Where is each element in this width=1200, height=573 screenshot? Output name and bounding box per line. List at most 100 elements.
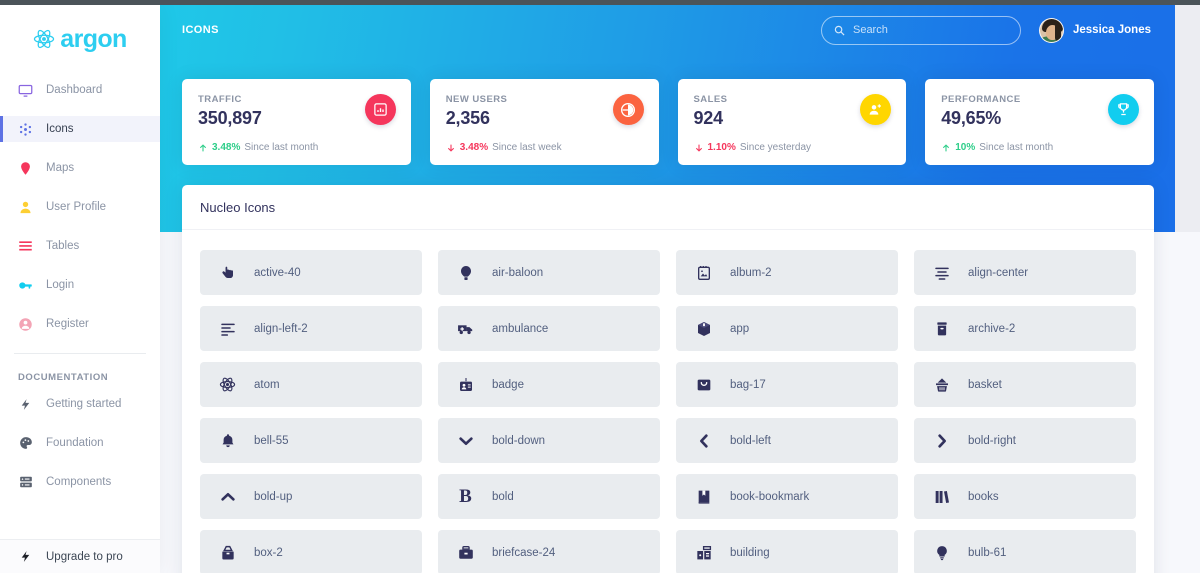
icon-chip-bold-left[interactable]: bold-left [676,418,898,463]
app-box-icon [695,320,712,337]
align-left-icon [219,320,236,337]
icon-chip-active-40[interactable]: active-40 [200,250,422,295]
stat-footer: 1.10% Since yesterday [694,142,812,153]
icon-chip-atom[interactable]: atom [200,362,422,407]
icon-chip-bold-down[interactable]: bold-down [438,418,660,463]
sidebar-item-getting-started[interactable]: Getting started [0,391,160,417]
upgrade-to-pro-button[interactable]: Upgrade to pro [0,539,160,573]
atom-icon [18,122,33,137]
nucleo-icons-panel: Nucleo Icons active-40 air-baloon album-… [182,185,1154,573]
icon-name: ambulance [492,322,549,335]
icon-name: box-2 [254,546,283,559]
user-name: Jessica Jones [1072,24,1151,36]
open-box-icon [219,544,236,561]
stat-footer: 10% Since last month [941,142,1053,153]
chevron-down-bold-icon [457,432,474,449]
chevron-right-bold-icon [933,432,950,449]
icon-chip-books[interactable]: books [914,474,1136,519]
sidebar-item-foundation[interactable]: Foundation [0,430,160,456]
sidebar-item-register[interactable]: Register [0,311,160,337]
sidebar-item-tables[interactable]: Tables [0,233,160,259]
archive-box-icon [933,320,950,337]
icon-chip-ambulance[interactable]: ambulance [438,306,660,351]
server-components-icon [18,475,33,490]
icon-name: align-center [968,266,1029,279]
icon-chip-badge[interactable]: badge [438,362,660,407]
lightning-bolt-icon [18,549,33,564]
stat-card-performance: PERFORMANCE 49,65% 10% Since last month [925,79,1154,165]
search-box[interactable] [820,15,1021,45]
icon-chip-align-left-2[interactable]: align-left-2 [200,306,422,351]
icon-chip-archive-2[interactable]: archive-2 [914,306,1136,351]
user-icon [18,200,33,215]
icon-name: briefcase-24 [492,546,556,559]
brand-logo[interactable]: argon [0,5,160,67]
arrow-down-icon [694,143,704,153]
sidebar-item-dashboard[interactable]: Dashboard [0,77,160,103]
icons-grid: active-40 air-baloon album-2 align-cente… [182,230,1154,573]
atom-icon [219,376,236,393]
icon-chip-briefcase-24[interactable]: briefcase-24 [438,530,660,573]
align-center-icon [933,264,950,281]
icon-name: bulb-61 [968,546,1007,559]
basket-icon [933,376,950,393]
user-circle-icon [18,317,33,332]
sidebar-item-label: Maps [46,162,75,174]
sidebar-item-user-profile[interactable]: User Profile [0,194,160,220]
search-input[interactable] [852,24,1003,36]
icon-chip-album-2[interactable]: album-2 [676,250,898,295]
icon-chip-book-bookmark[interactable]: book-bookmark [676,474,898,519]
icon-chip-box-2[interactable]: box-2 [200,530,422,573]
icon-chip-bold-right[interactable]: bold-right [914,418,1136,463]
sidebar-item-login[interactable]: Login [0,272,160,298]
navbar-right-group: Jessica Jones [820,15,1151,45]
stat-period: Since last week [492,142,562,153]
sidebar: argon Dashboard Icons Maps User Profile … [0,5,160,573]
icon-name: book-bookmark [730,490,810,503]
icon-chip-bold[interactable]: B bold [438,474,660,519]
sidebar-item-icons[interactable]: Icons [0,116,160,142]
icon-chip-bold-up[interactable]: bold-up [200,474,422,519]
stat-card-sales: SALES 924 1.10% Since yesterday [677,79,907,165]
briefcase-icon [457,544,474,561]
palette-icon [18,436,33,451]
stat-delta: 3.48% [459,142,489,153]
atom-logo-icon [33,28,55,50]
icon-chip-air-baloon[interactable]: air-baloon [438,250,660,295]
panel-title: Nucleo Icons [200,199,276,215]
icon-name: basket [968,378,1002,391]
sidebar-item-maps[interactable]: Maps [0,155,160,181]
page-title: ICONS [182,24,219,36]
icon-chip-align-center[interactable]: align-center [914,250,1136,295]
stat-period: Since yesterday [739,142,812,153]
sidebar-item-components[interactable]: Components [0,469,160,495]
icon-name: bold-down [492,434,546,447]
chevron-left-bold-icon [695,432,712,449]
sidebar-item-label: Tables [46,240,80,252]
icon-name: bell-55 [254,434,289,447]
icon-chip-bell-55[interactable]: bell-55 [200,418,422,463]
icon-chip-basket[interactable]: basket [914,362,1136,407]
map-pin-icon [18,161,33,176]
sidebar-item-label: Getting started [46,398,122,410]
icon-chip-bag-17[interactable]: bag-17 [676,362,898,407]
lightning-bolt-icon [18,397,33,412]
stat-delta: 1.10% [707,142,736,153]
user-menu[interactable]: Jessica Jones [1038,17,1151,43]
stat-card-traffic: TRAFFIC 350,897 3.48% Since last month [182,79,411,165]
chevron-up-bold-icon [219,488,236,505]
icon-chip-bulb-61[interactable]: bulb-61 [914,530,1136,573]
icon-chip-app[interactable]: app [676,306,898,351]
bell-icon [219,432,236,449]
sidebar-item-label: Foundation [46,437,104,449]
shopping-bag-icon [695,376,712,393]
stat-card-new-users: NEW USERS 2,356 3.48% Since last week [429,79,659,165]
icon-chip-building[interactable]: building [676,530,898,573]
sidebar-item-label: Icons [46,123,74,135]
building-icon [695,544,712,561]
